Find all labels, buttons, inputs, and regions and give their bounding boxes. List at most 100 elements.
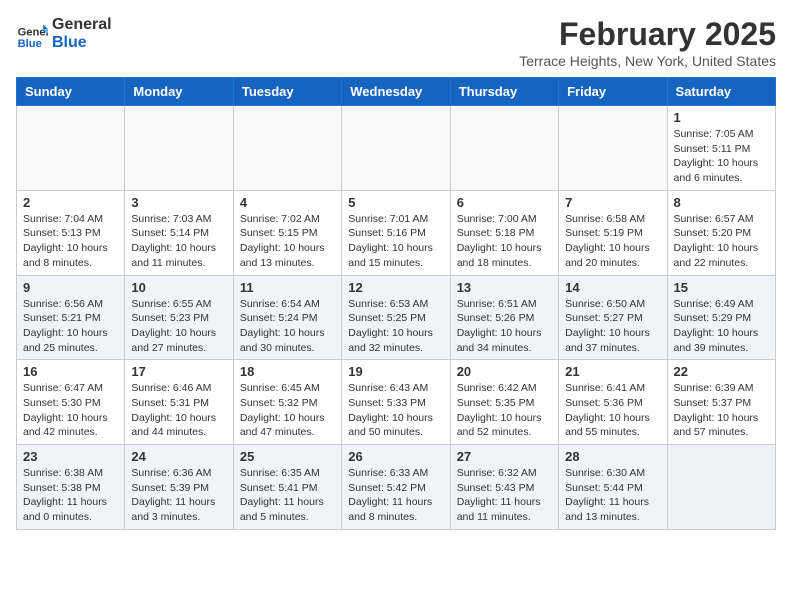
calendar-cell: 21Sunrise: 6:41 AM Sunset: 5:36 PM Dayli… (559, 360, 667, 445)
calendar-cell: 17 Sunrise: 6:46 AM Sunset: 5:31 PM Dayli… (125, 360, 233, 445)
day-number: 10 (131, 280, 226, 295)
calendar-cell (125, 106, 233, 191)
weekday-header-thursday: Thursday (450, 78, 558, 106)
day-info: Sunrise: 6:54 AM Sunset: 5:24 PM Dayligh… (240, 297, 335, 356)
day-info: Sunrise: 6:32 AM Sunset: 5:43 PM Dayligh… (457, 466, 552, 525)
calendar-cell: 24 Sunrise: 6:36 AM Sunset: 5:39 PM Dayli… (125, 445, 233, 530)
calendar-cell: 8Sunrise: 6:57 AM Sunset: 5:20 PM Daylig… (667, 190, 775, 275)
day-number: 5 (348, 195, 443, 210)
day-number: 3 (131, 195, 226, 210)
weekday-header-sunday: Sunday (17, 78, 125, 106)
weekday-header-tuesday: Tuesday (233, 78, 341, 106)
day-info: Sunrise: 6:35 AM Sunset: 5:41 PM Dayligh… (240, 466, 335, 525)
day-info: Sunrise: 6:33 AM Sunset: 5:42 PM Dayligh… (348, 466, 443, 525)
calendar-cell: 11 Sunrise: 6:54 AM Sunset: 5:24 PM Dayli… (233, 275, 341, 360)
day-info: Sunrise: 6:58 AM Sunset: 5:19 PM Dayligh… (565, 212, 660, 271)
day-info: Sunrise: 7:02 AM Sunset: 5:15 PM Dayligh… (240, 212, 335, 271)
calendar-cell: 7 Sunrise: 6:58 AM Sunset: 5:19 PM Daylig… (559, 190, 667, 275)
day-info: Sunrise: 6:46 AM Sunset: 5:31 PM Dayligh… (131, 381, 226, 440)
logo-blue: Blue (52, 34, 112, 52)
header: General Blue General Blue February 2025 … (16, 16, 776, 69)
location: Terrace Heights, New York, United States (519, 53, 776, 69)
calendar-cell: 26 Sunrise: 6:33 AM Sunset: 5:42 PM Dayli… (342, 445, 450, 530)
day-number: 23 (23, 449, 118, 464)
logo-icon: General Blue (16, 18, 48, 50)
logo-general: General (52, 16, 112, 34)
calendar-cell (559, 106, 667, 191)
calendar-cell (233, 106, 341, 191)
calendar-cell: 15 Sunrise: 6:49 AM Sunset: 5:29 PM Dayli… (667, 275, 775, 360)
calendar-cell (450, 106, 558, 191)
calendar-week-row: 1 Sunrise: 7:05 AM Sunset: 5:11 PM Daylig… (17, 106, 776, 191)
weekday-header-wednesday: Wednesday (342, 78, 450, 106)
day-number: 9 (23, 280, 118, 295)
calendar-cell: 5 Sunrise: 7:01 AM Sunset: 5:16 PM Daylig… (342, 190, 450, 275)
day-info: Sunrise: 6:39 AM Sunset: 5:37 PM Dayligh… (674, 381, 769, 440)
day-info: Sunrise: 6:49 AM Sunset: 5:29 PM Dayligh… (674, 297, 769, 356)
calendar-cell: 13Sunrise: 6:51 AM Sunset: 5:26 PM Dayli… (450, 275, 558, 360)
day-info: Sunrise: 7:00 AM Sunset: 5:18 PM Dayligh… (457, 212, 552, 271)
calendar-cell: 3 Sunrise: 7:03 AM Sunset: 5:14 PM Daylig… (125, 190, 233, 275)
calendar-week-row: 2 Sunrise: 7:04 AM Sunset: 5:13 PM Daylig… (17, 190, 776, 275)
day-info: Sunrise: 7:05 AM Sunset: 5:11 PM Dayligh… (674, 127, 769, 186)
day-info: Sunrise: 6:56 AM Sunset: 5:21 PM Dayligh… (23, 297, 118, 356)
day-number: 17 (131, 364, 226, 379)
day-info: Sunrise: 6:42 AM Sunset: 5:35 PM Dayligh… (457, 381, 552, 440)
weekday-header-friday: Friday (559, 78, 667, 106)
day-info: Sunrise: 6:36 AM Sunset: 5:39 PM Dayligh… (131, 466, 226, 525)
calendar-cell: 25 Sunrise: 6:35 AM Sunset: 5:41 PM Dayli… (233, 445, 341, 530)
day-number: 16 (23, 364, 118, 379)
calendar-cell: 27 Sunrise: 6:32 AM Sunset: 5:43 PM Dayli… (450, 445, 558, 530)
weekday-header-row: SundayMondayTuesdayWednesdayThursdayFrid… (17, 78, 776, 106)
day-number: 18 (240, 364, 335, 379)
day-number: 27 (457, 449, 552, 464)
calendar-cell: 23 Sunrise: 6:38 AM Sunset: 5:38 PM Dayli… (17, 445, 125, 530)
day-number: 21 (565, 364, 660, 379)
calendar-cell: 20 Sunrise: 6:42 AM Sunset: 5:35 PM Dayli… (450, 360, 558, 445)
calendar-cell: 16 Sunrise: 6:47 AM Sunset: 5:30 PM Dayli… (17, 360, 125, 445)
calendar-cell: 6 Sunrise: 7:00 AM Sunset: 5:18 PM Daylig… (450, 190, 558, 275)
day-number: 4 (240, 195, 335, 210)
calendar-cell (17, 106, 125, 191)
calendar-cell: 28Sunrise: 6:30 AM Sunset: 5:44 PM Dayli… (559, 445, 667, 530)
calendar-cell: 1 Sunrise: 7:05 AM Sunset: 5:11 PM Daylig… (667, 106, 775, 191)
day-number: 11 (240, 280, 335, 295)
day-info: Sunrise: 7:01 AM Sunset: 5:16 PM Dayligh… (348, 212, 443, 271)
calendar-cell: 12 Sunrise: 6:53 AM Sunset: 5:25 PM Dayli… (342, 275, 450, 360)
calendar-week-row: 16 Sunrise: 6:47 AM Sunset: 5:30 PM Dayli… (17, 360, 776, 445)
svg-text:Blue: Blue (18, 37, 42, 49)
month-year: February 2025 (519, 16, 776, 53)
day-number: 24 (131, 449, 226, 464)
calendar-cell (667, 445, 775, 530)
day-info: Sunrise: 6:47 AM Sunset: 5:30 PM Dayligh… (23, 381, 118, 440)
day-info: Sunrise: 6:55 AM Sunset: 5:23 PM Dayligh… (131, 297, 226, 356)
day-info: Sunrise: 6:43 AM Sunset: 5:33 PM Dayligh… (348, 381, 443, 440)
title-section: February 2025 Terrace Heights, New York,… (519, 16, 776, 69)
day-number: 13 (457, 280, 552, 295)
day-number: 20 (457, 364, 552, 379)
day-number: 22 (674, 364, 769, 379)
calendar-cell: 19Sunrise: 6:43 AM Sunset: 5:33 PM Dayli… (342, 360, 450, 445)
calendar-cell: 14 Sunrise: 6:50 AM Sunset: 5:27 PM Dayli… (559, 275, 667, 360)
day-info: Sunrise: 7:03 AM Sunset: 5:14 PM Dayligh… (131, 212, 226, 271)
calendar-cell: 18 Sunrise: 6:45 AM Sunset: 5:32 PM Dayli… (233, 360, 341, 445)
calendar-week-row: 9 Sunrise: 6:56 AM Sunset: 5:21 PM Daylig… (17, 275, 776, 360)
day-number: 1 (674, 110, 769, 125)
calendar-week-row: 23 Sunrise: 6:38 AM Sunset: 5:38 PM Dayli… (17, 445, 776, 530)
day-info: Sunrise: 6:53 AM Sunset: 5:25 PM Dayligh… (348, 297, 443, 356)
calendar-cell: 2 Sunrise: 7:04 AM Sunset: 5:13 PM Daylig… (17, 190, 125, 275)
day-number: 2 (23, 195, 118, 210)
calendar-cell: 22 Sunrise: 6:39 AM Sunset: 5:37 PM Dayli… (667, 360, 775, 445)
day-number: 26 (348, 449, 443, 464)
day-info: Sunrise: 6:38 AM Sunset: 5:38 PM Dayligh… (23, 466, 118, 525)
day-number: 7 (565, 195, 660, 210)
day-number: 25 (240, 449, 335, 464)
day-info: Sunrise: 6:50 AM Sunset: 5:27 PM Dayligh… (565, 297, 660, 356)
day-info: Sunrise: 7:04 AM Sunset: 5:13 PM Dayligh… (23, 212, 118, 271)
day-number: 15 (674, 280, 769, 295)
day-number: 12 (348, 280, 443, 295)
day-info: Sunrise: 6:45 AM Sunset: 5:32 PM Dayligh… (240, 381, 335, 440)
logo: General Blue General Blue (16, 16, 112, 51)
day-number: 6 (457, 195, 552, 210)
day-number: 14 (565, 280, 660, 295)
